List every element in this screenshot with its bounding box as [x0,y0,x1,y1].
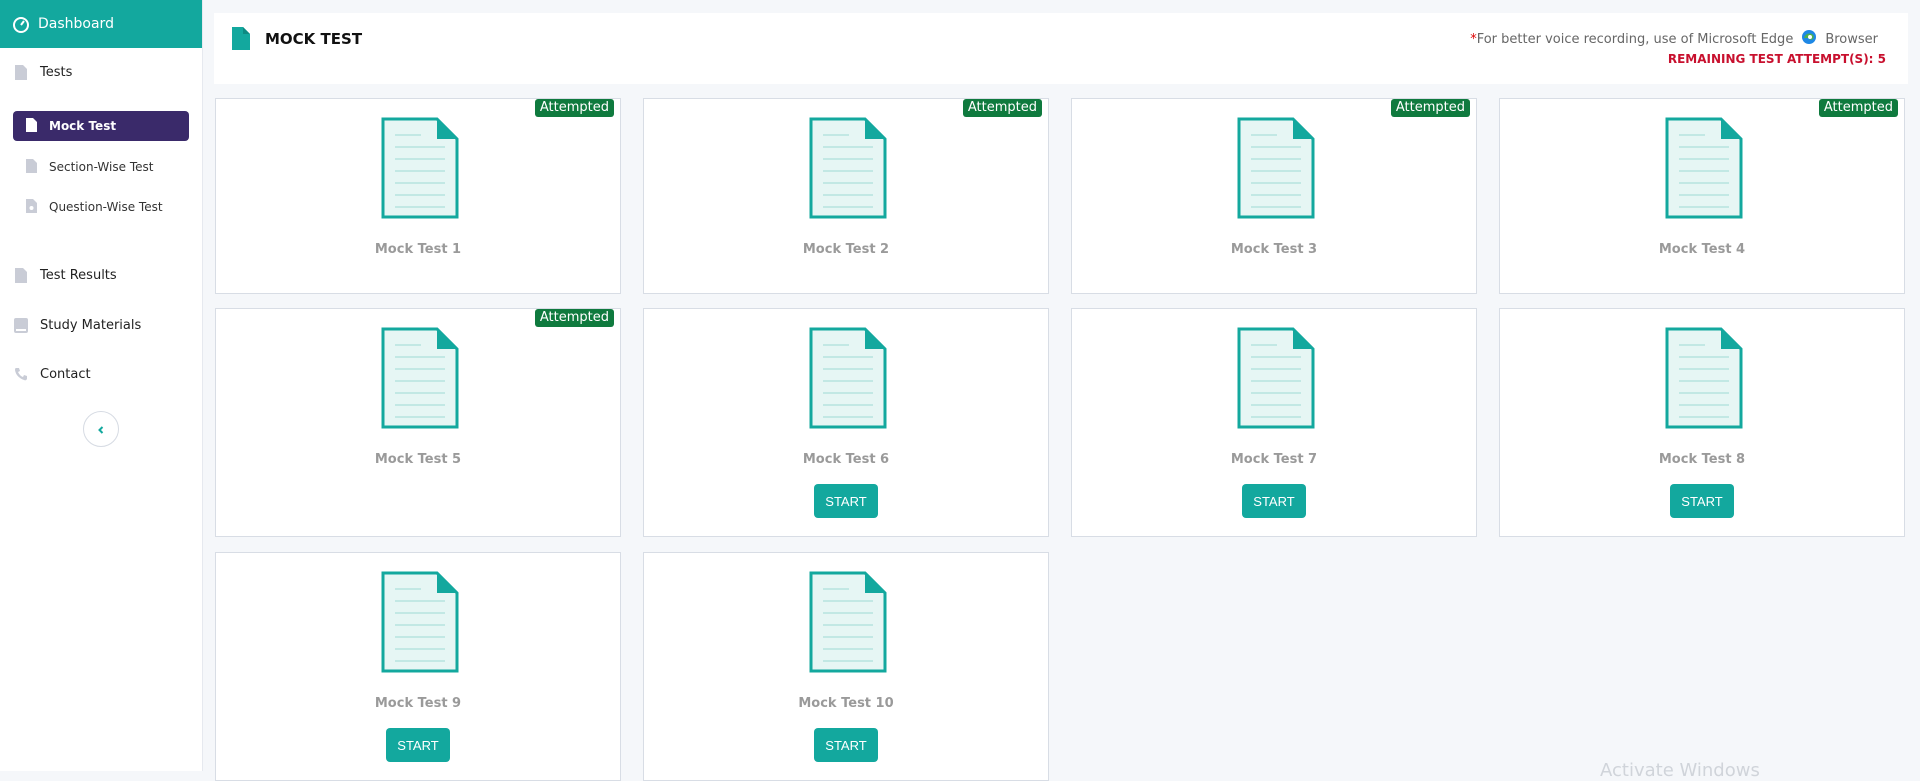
mock-test-title: Mock Test 7 [1230,452,1318,467]
browser-label: Browser [1825,31,1878,47]
note-text: For better voice recording, use of Micro… [1476,31,1794,47]
sidebar-item-label: Mock Test [49,119,117,133]
sidebar-item-tests[interactable]: Tests [0,60,202,84]
mock-test-title: Mock Test 2 [802,242,890,257]
mock-test-title: Mock Test 10 [798,696,894,711]
sidebar-item-label: Section-Wise Test [49,160,154,174]
sidebar-item-question-wise-test[interactable]: Question-Wise Test [13,192,189,222]
sidebar-item-dashboard[interactable]: Dashboard [0,0,202,48]
book-icon [14,317,28,333]
sidebar-item-label: Contact [40,366,91,382]
attempted-badge: Attempted [1390,99,1470,117]
document-icon [1237,117,1315,223]
mock-test-card: Mock Test 6 START [643,308,1049,537]
document-icon [26,158,37,176]
sidebar-item-label: Tests [40,64,73,80]
mock-test-title: Mock Test 4 [1658,242,1746,257]
start-button[interactable]: START [814,728,878,762]
sidebar-item-label: Question-Wise Test [49,200,163,214]
attempted-badge: Attempted [534,309,614,327]
sidebar-item-label: Study Materials [40,317,142,333]
mock-test-card: Attempted Mock Test 5 [215,308,621,537]
start-button[interactable]: START [814,484,878,518]
sidebar-item-mock-test[interactable]: Mock Test [13,111,189,141]
mock-test-card: Mock Test 7 START [1071,308,1477,537]
document-icon [14,64,28,80]
remaining-attempts: REMAINING TEST ATTEMPT(S): 5 [1667,52,1886,66]
mock-test-card: Mock Test 9 START [215,552,621,781]
start-button[interactable]: START [1670,484,1734,518]
mock-test-card: Attempted Mock Test 3 [1071,98,1477,294]
document-icon [809,117,887,223]
mock-test-title: Mock Test 6 [802,452,890,467]
document-icon [26,198,37,216]
document-icon [1237,327,1315,433]
document-icon [1665,327,1743,433]
sidebar-item-section-wise-test[interactable]: Section-Wise Test [13,152,189,182]
document-icon [809,327,887,433]
dashboard-gauge-icon [12,15,30,33]
phone-icon [14,366,28,382]
mock-test-card: Mock Test 8 START [1499,308,1905,537]
document-icon [1665,117,1743,223]
document-icon [381,117,459,223]
attempted-badge: Attempted [534,99,614,117]
mock-test-title: Mock Test 5 [374,452,462,467]
document-icon [14,267,28,283]
sidebar-item-study-materials[interactable]: Study Materials [0,313,202,337]
start-button[interactable]: START [1242,484,1306,518]
mock-test-card: Mock Test 10 START [643,552,1049,781]
page-header: MOCK TEST *For better voice recording, u… [214,13,1908,84]
edge-browser-icon [1801,29,1817,49]
browser-note: *For better voice recording, use of Micr… [1470,29,1878,49]
sidebar-item-test-results[interactable]: Test Results [0,263,202,287]
document-icon [381,571,459,677]
document-icon [381,327,459,433]
sidebar-item-label: Test Results [40,267,117,283]
mock-test-title: Mock Test 3 [1230,242,1318,257]
document-icon [809,571,887,677]
sidebar-item-contact[interactable]: Contact [0,362,202,386]
attempted-badge: Attempted [962,99,1042,117]
sidebar: Dashboard Tests Mock Test Section-Wise T… [0,0,203,771]
mock-test-card: Attempted Mock Test 2 [643,98,1049,294]
document-icon [26,117,37,135]
collapse-sidebar-button[interactable] [83,411,119,447]
sidebar-item-label: Dashboard [38,16,114,32]
attempted-badge: Attempted [1818,99,1898,117]
mock-test-title: Mock Test 8 [1658,452,1746,467]
mock-test-title: Mock Test 9 [374,696,462,711]
mock-test-card: Attempted Mock Test 1 [215,98,621,294]
chevron-left-icon [96,420,106,439]
start-button[interactable]: START [386,728,450,762]
page-title: MOCK TEST [265,30,363,48]
document-icon [232,27,250,54]
mock-test-card: Attempted Mock Test 4 [1499,98,1905,294]
mock-test-title: Mock Test 1 [374,242,462,257]
